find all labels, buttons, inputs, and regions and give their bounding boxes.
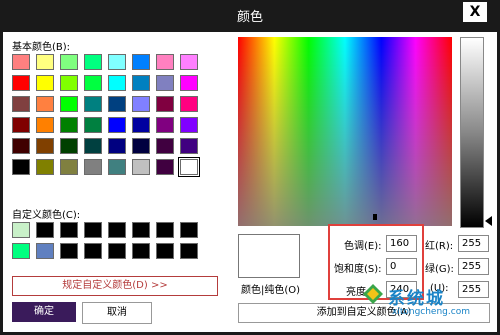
color-swatch[interactable] — [36, 117, 54, 133]
color-swatch[interactable] — [60, 138, 78, 154]
color-swatch[interactable] — [156, 75, 174, 91]
color-swatch[interactable] — [132, 96, 150, 112]
spectrum-crosshair[interactable] — [373, 214, 377, 220]
color-swatch[interactable] — [180, 75, 198, 91]
saturation-field[interactable]: 0 — [386, 258, 417, 275]
color-swatch[interactable] — [156, 243, 174, 259]
color-swatch[interactable] — [108, 54, 126, 70]
color-swatch[interactable] — [12, 75, 30, 91]
color-swatch[interactable] — [180, 138, 198, 154]
blue-field[interactable]: 255 — [458, 281, 489, 298]
color-swatch[interactable] — [84, 138, 102, 154]
color-swatch[interactable] — [108, 138, 126, 154]
define-custom-colors-button[interactable]: 规定自定义颜色(D) >> — [12, 276, 218, 296]
color-solid-label: 颜色|纯色(O) — [241, 285, 301, 296]
color-swatch[interactable] — [156, 54, 174, 70]
color-swatch[interactable] — [156, 222, 174, 238]
color-swatch[interactable] — [132, 138, 150, 154]
color-swatch[interactable] — [84, 96, 102, 112]
color-swatch[interactable] — [12, 159, 30, 175]
color-preview — [238, 234, 300, 278]
color-swatch[interactable] — [36, 54, 54, 70]
saturation-label: 饱和度(S): — [334, 264, 382, 275]
color-swatch[interactable] — [36, 243, 54, 259]
color-swatch[interactable] — [84, 75, 102, 91]
color-swatch[interactable] — [132, 54, 150, 70]
color-swatch[interactable] — [108, 222, 126, 238]
color-swatch[interactable] — [12, 243, 30, 259]
color-swatch[interactable] — [60, 96, 78, 112]
color-swatch[interactable] — [108, 96, 126, 112]
dialog-title: 颜色 — [236, 10, 263, 25]
custom-colors-grid — [12, 222, 198, 259]
basic-colors-grid — [12, 54, 200, 177]
watermark-url: xitongcheng.com — [392, 307, 470, 317]
color-swatch[interactable] — [60, 117, 78, 133]
color-swatch[interactable] — [108, 159, 126, 175]
hue-field[interactable]: 160 — [386, 235, 417, 252]
basic-colors-label: 基本颜色(B): — [12, 42, 71, 53]
color-swatch[interactable] — [180, 54, 198, 70]
color-swatch[interactable] — [36, 159, 54, 175]
color-swatch[interactable] — [84, 222, 102, 238]
red-field[interactable]: 255 — [458, 235, 489, 252]
color-swatch[interactable] — [60, 222, 78, 238]
color-swatch[interactable] — [36, 138, 54, 154]
color-swatch[interactable] — [60, 54, 78, 70]
color-swatch[interactable] — [84, 117, 102, 133]
cancel-button[interactable]: 取消 — [82, 302, 152, 324]
hue-label: 色调(E): — [344, 241, 382, 252]
green-label: 绿(G): — [425, 264, 454, 275]
title-bar: 颜色 X — [0, 0, 500, 32]
color-swatch[interactable] — [84, 243, 102, 259]
color-swatch[interactable] — [132, 75, 150, 91]
luminosity-bar[interactable] — [460, 37, 484, 228]
color-swatch[interactable] — [108, 75, 126, 91]
green-field[interactable]: 255 — [458, 258, 489, 275]
color-swatch[interactable] — [12, 96, 30, 112]
color-swatch[interactable] — [84, 159, 102, 175]
color-swatch[interactable] — [60, 75, 78, 91]
custom-colors-label: 自定义颜色(C): — [12, 210, 81, 221]
color-swatch[interactable] — [156, 96, 174, 112]
color-swatch[interactable] — [180, 243, 198, 259]
color-swatch[interactable] — [12, 138, 30, 154]
watermark-text: 系统城 — [388, 289, 445, 309]
color-swatch[interactable] — [132, 117, 150, 133]
color-swatch[interactable] — [36, 222, 54, 238]
color-swatch[interactable] — [36, 75, 54, 91]
color-swatch[interactable] — [36, 96, 54, 112]
color-swatch[interactable] — [132, 159, 150, 175]
color-swatch[interactable] — [132, 222, 150, 238]
color-swatch[interactable] — [60, 243, 78, 259]
color-swatch[interactable] — [156, 117, 174, 133]
color-swatch[interactable] — [180, 117, 198, 133]
color-swatch[interactable] — [60, 159, 78, 175]
color-swatch[interactable] — [12, 54, 30, 70]
color-swatch[interactable] — [12, 222, 30, 238]
color-swatch[interactable] — [178, 157, 200, 177]
color-swatch[interactable] — [84, 54, 102, 70]
luminosity-slider-arrow[interactable] — [485, 216, 492, 226]
color-spectrum[interactable] — [238, 37, 452, 226]
color-swatch[interactable] — [132, 243, 150, 259]
color-swatch[interactable] — [12, 117, 30, 133]
ok-button[interactable]: 确定 — [12, 302, 76, 322]
color-swatch[interactable] — [180, 222, 198, 238]
color-swatch[interactable] — [156, 138, 174, 154]
color-dialog: 颜色 X 基本颜色(B): 自定义颜色(C): 规定自定义颜色(D) >> 确定… — [0, 0, 500, 335]
color-swatch[interactable] — [108, 243, 126, 259]
close-button[interactable]: X — [463, 2, 487, 22]
color-swatch[interactable] — [156, 159, 174, 175]
color-swatch[interactable] — [180, 96, 198, 112]
red-label: 红(R): — [425, 241, 454, 252]
color-swatch[interactable] — [108, 117, 126, 133]
watermark-logo-icon — [363, 284, 383, 304]
